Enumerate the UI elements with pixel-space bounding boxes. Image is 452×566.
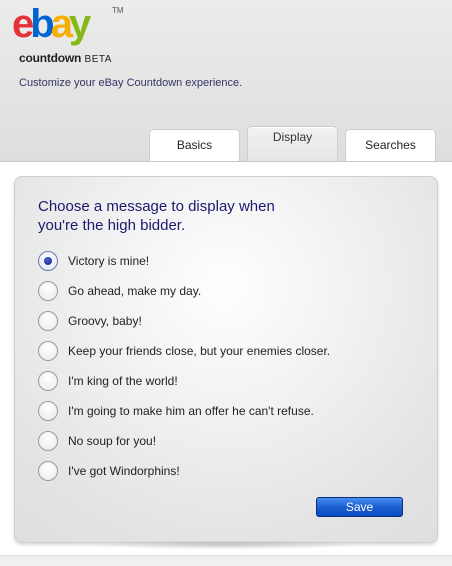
option-label: I've got Windorphins!: [68, 464, 180, 478]
radio-button[interactable]: [38, 371, 58, 391]
radio-button[interactable]: [38, 251, 58, 271]
logo-letter-a: a: [50, 2, 73, 46]
page-subtitle: Customize your eBay Countdown experience…: [19, 77, 243, 89]
logo-letter-b: b: [30, 2, 55, 46]
option-no-soup[interactable]: No soup for you!: [38, 430, 156, 452]
bottom-bar: [0, 555, 452, 566]
logo-trademark: TM: [112, 6, 124, 15]
option-label: I'm going to make him an offer he can't …: [68, 404, 314, 418]
option-make-my-day[interactable]: Go ahead, make my day.: [38, 280, 201, 302]
option-victory[interactable]: Victory is mine!: [38, 250, 149, 272]
tab-display[interactable]: Display: [247, 126, 338, 161]
option-label: I'm king of the world!: [68, 374, 178, 388]
radio-selected-dot: [44, 257, 52, 265]
option-windorphins[interactable]: I've got Windorphins!: [38, 460, 180, 482]
header: ebay TM countdown BETA Customize your eB…: [0, 0, 452, 162]
option-label: Victory is mine!: [68, 254, 150, 268]
option-groovy[interactable]: Groovy, baby!: [38, 310, 142, 332]
ebay-logo: ebay TM: [12, 2, 124, 48]
option-label: Keep your friends close, but your enemie…: [68, 344, 331, 358]
save-button[interactable]: Save: [316, 497, 403, 517]
option-offer-refuse[interactable]: I'm going to make him an offer he can't …: [38, 400, 314, 422]
logo-letter-y: y: [68, 2, 91, 46]
option-label: Groovy, baby!: [68, 314, 142, 328]
tab-basics[interactable]: Basics: [149, 129, 240, 161]
option-king-of-world[interactable]: I'm king of the world!: [38, 370, 178, 392]
panel-prompt: Choose a message to display when you're …: [38, 198, 275, 234]
panel-shadow: [90, 540, 362, 550]
option-friends-close[interactable]: Keep your friends close, but your enemie…: [38, 340, 330, 362]
tab-searches[interactable]: Searches: [345, 129, 436, 161]
radio-button[interactable]: [38, 341, 58, 361]
product-title: countdown BETA: [19, 51, 112, 65]
radio-button[interactable]: [38, 281, 58, 301]
radio-button[interactable]: [38, 401, 58, 421]
logo-letter-e: e: [12, 2, 34, 46]
option-label: No soup for you!: [68, 434, 157, 448]
option-label: Go ahead, make my day.: [68, 284, 202, 298]
radio-button[interactable]: [38, 461, 58, 481]
radio-button[interactable]: [38, 431, 58, 451]
radio-button[interactable]: [38, 311, 58, 331]
beta-tag: BETA: [84, 54, 112, 65]
product-name: countdown: [19, 51, 82, 65]
display-settings-panel: Choose a message to display when you're …: [14, 176, 438, 543]
